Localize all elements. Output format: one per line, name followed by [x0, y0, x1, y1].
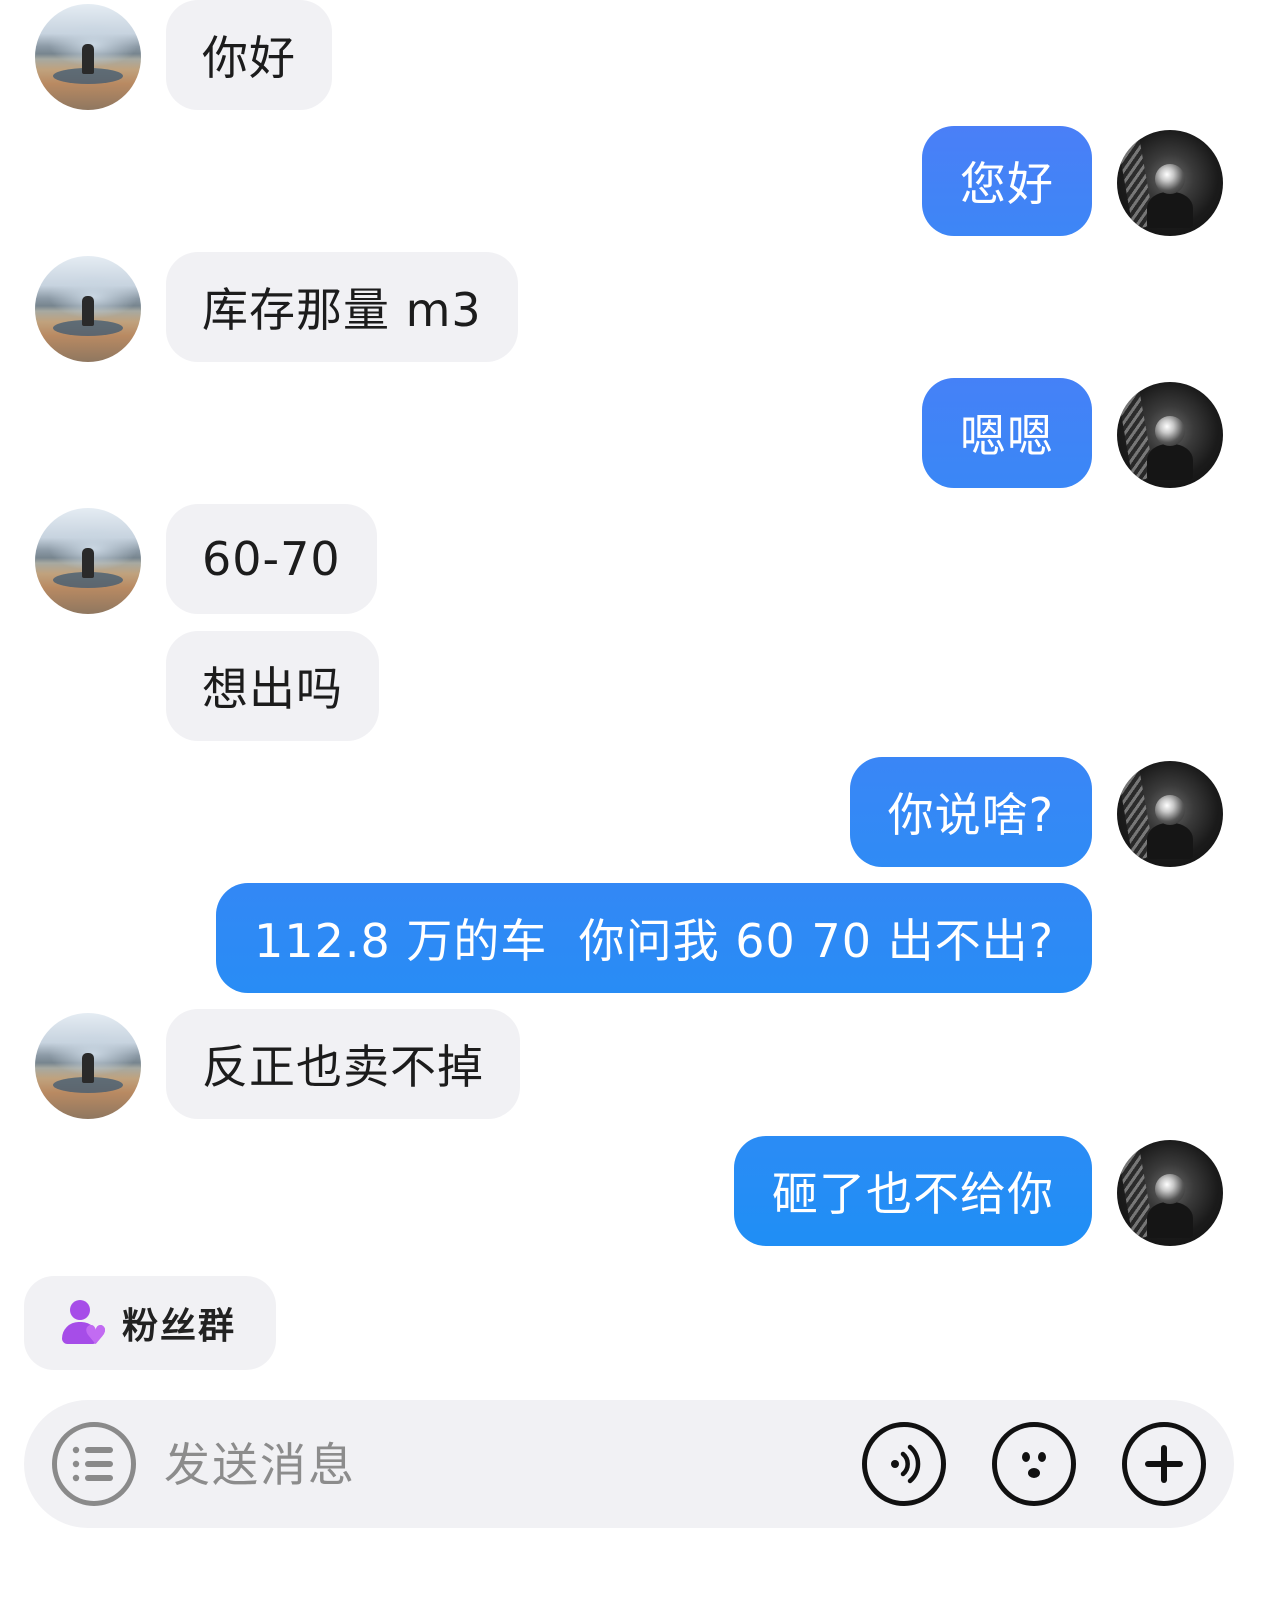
fans-group-button[interactable]: ♥ 粉丝群 — [24, 1276, 276, 1370]
fans-group-icon: ♥ — [60, 1298, 108, 1349]
message-row: 你说啥? — [0, 757, 1284, 869]
my-avatar[interactable] — [1117, 761, 1223, 867]
fans-group-label: 粉丝群 — [122, 1306, 237, 1347]
message-row: 想出吗 — [0, 631, 1284, 743]
outgoing-message-bubble[interactable]: 您好 — [922, 126, 1092, 236]
message-row: 反正也卖不掉 — [0, 1009, 1284, 1121]
message-row: 库存那量 m3 — [0, 252, 1284, 364]
my-avatar[interactable] — [1117, 382, 1223, 488]
voice-icon — [891, 1444, 921, 1484]
voice-button[interactable] — [862, 1422, 946, 1506]
menu-button[interactable] — [52, 1422, 136, 1506]
outgoing-message-bubble[interactable]: 你说啥? — [849, 757, 1092, 867]
incoming-message-bubble[interactable]: 60-70 — [166, 504, 377, 614]
message-input-bar — [24, 1400, 1234, 1528]
my-avatar[interactable] — [1117, 1140, 1223, 1246]
contact-avatar[interactable] — [35, 4, 141, 110]
incoming-message-bubble[interactable]: 反正也卖不掉 — [166, 1009, 520, 1119]
outgoing-message-bubble[interactable]: 112.8 万的车 你问我 60 70 出不出? — [216, 883, 1092, 993]
message-row: 砸了也不给你 — [0, 1136, 1284, 1248]
my-avatar[interactable] — [1117, 130, 1223, 236]
plus-icon — [1145, 1445, 1183, 1483]
outgoing-message-bubble[interactable]: 砸了也不给你 — [734, 1136, 1092, 1246]
emoji-icon — [1022, 1452, 1046, 1478]
menu-icon — [72, 1446, 113, 1482]
message-input[interactable] — [162, 1424, 846, 1506]
contact-avatar[interactable] — [35, 508, 141, 614]
outgoing-message-bubble[interactable]: 嗯嗯 — [922, 378, 1092, 488]
emoji-button[interactable] — [992, 1422, 1076, 1506]
message-row: 112.8 万的车 你问我 60 70 出不出? — [0, 883, 1284, 995]
incoming-message-bubble[interactable]: 想出吗 — [166, 631, 379, 741]
contact-avatar[interactable] — [35, 256, 141, 362]
message-row: 嗯嗯 — [0, 378, 1284, 490]
incoming-message-bubble[interactable]: 库存那量 m3 — [166, 252, 518, 362]
message-row: 60-70 — [0, 504, 1284, 616]
more-button[interactable] — [1122, 1422, 1206, 1506]
message-row: 您好 — [0, 126, 1284, 238]
contact-avatar[interactable] — [35, 1013, 141, 1119]
message-row: 你好 — [0, 0, 1284, 112]
incoming-message-bubble[interactable]: 你好 — [166, 0, 332, 110]
